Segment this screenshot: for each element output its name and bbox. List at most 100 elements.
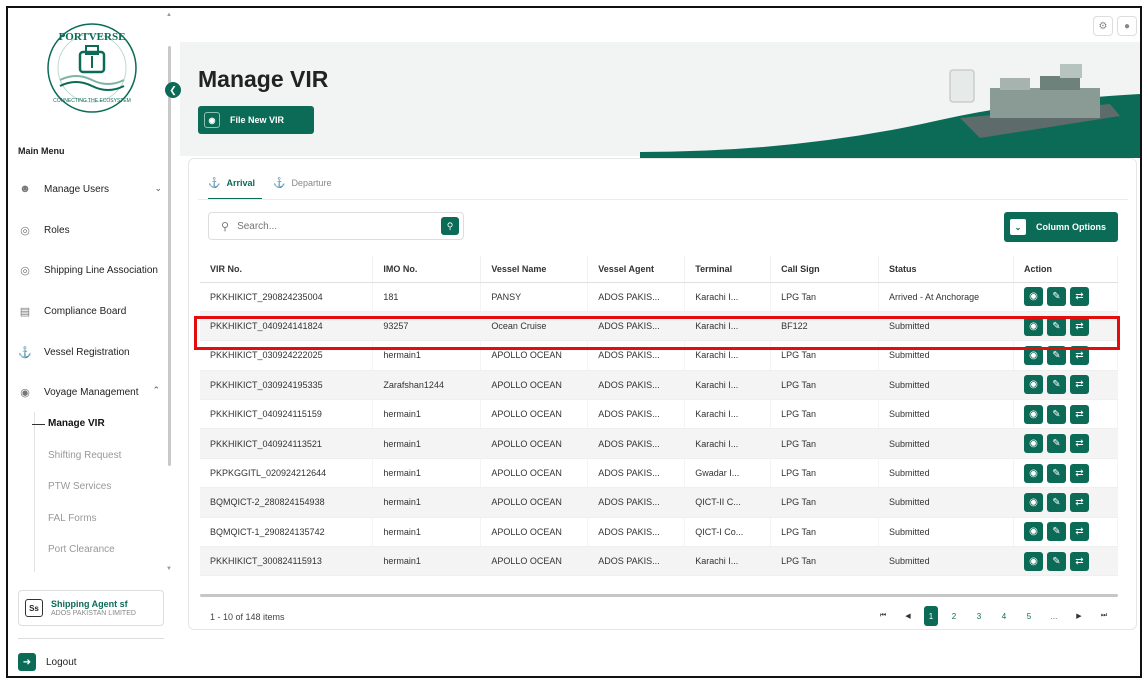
settings-icon[interactable]: ⚙ bbox=[1093, 16, 1113, 36]
shift-button[interactable]: ⇄ bbox=[1069, 551, 1089, 571]
file-new-vir-button[interactable]: ◉ File New VIR bbox=[198, 106, 314, 134]
status-cell: Submitted bbox=[878, 546, 1014, 577]
sidebar-scrollbar[interactable] bbox=[168, 46, 171, 466]
vessel-agent-cell: ADOS PAKIS... bbox=[587, 546, 686, 577]
user-profile-card[interactable]: Ss Shipping Agent sf ADOS PAKISTAN LIMIT… bbox=[18, 590, 164, 626]
tab-label: Departure bbox=[291, 178, 332, 188]
logout-button[interactable]: ➜ Logout bbox=[18, 653, 77, 671]
edit-button[interactable]: ✎ bbox=[1046, 375, 1066, 395]
chevron-up-icon[interactable]: ⌃ bbox=[152, 385, 160, 396]
table-horizontal-scrollbar[interactable] bbox=[200, 594, 1118, 597]
status-cell: Arrived - At Anchorage bbox=[878, 282, 1014, 312]
vessel-name-cell: APOLLO OCEAN bbox=[480, 546, 589, 577]
vir-no-cell: PKKHIKICT_030924222025 bbox=[200, 340, 374, 371]
sidebar-item-vessel-registration[interactable]: ⚓ Vessel Registration bbox=[18, 338, 168, 366]
shift-button[interactable]: ⇄ bbox=[1069, 375, 1089, 395]
edit-button[interactable]: ✎ bbox=[1046, 345, 1066, 365]
edit-icon: ✎ bbox=[1052, 408, 1061, 420]
sidebar-subitem-port-clearance[interactable]: Port Clearance bbox=[48, 544, 115, 555]
shift-button[interactable]: ⇄ bbox=[1069, 316, 1089, 336]
column-header[interactable]: IMO No. bbox=[372, 256, 482, 283]
search-button[interactable]: ⚲ bbox=[441, 217, 459, 235]
tab-arrival[interactable]: ⚓ Arrival bbox=[208, 172, 255, 194]
chevron-down-icon[interactable]: ⌄ bbox=[154, 183, 162, 194]
shift-button[interactable]: ⇄ bbox=[1069, 404, 1089, 424]
column-options-button[interactable]: ⌄ Column Options bbox=[1004, 212, 1118, 242]
page-button-4[interactable]: 4 bbox=[995, 606, 1013, 626]
vessel-name-cell: APOLLO OCEAN bbox=[480, 517, 589, 548]
search-input[interactable] bbox=[237, 220, 418, 232]
page-button-1[interactable]: 1 bbox=[924, 606, 938, 626]
view-button[interactable]: ◉ bbox=[1023, 463, 1043, 483]
column-header[interactable]: Call Sign bbox=[770, 256, 880, 283]
column-header[interactable]: Vessel Name bbox=[480, 256, 589, 283]
shift-button[interactable]: ⇄ bbox=[1069, 434, 1089, 454]
notification-icon[interactable]: ● bbox=[1117, 16, 1137, 36]
page-button-2[interactable]: 2 bbox=[945, 606, 963, 626]
logo-wordmark: PORTVERSE bbox=[59, 31, 126, 43]
sidebar-subitem-shifting-request[interactable]: Shifting Request bbox=[48, 450, 121, 461]
sidebar-subitem-ptw-services[interactable]: PTW Services bbox=[48, 481, 111, 492]
view-button[interactable]: ◉ bbox=[1023, 551, 1043, 571]
view-button[interactable]: ◉ bbox=[1023, 345, 1043, 365]
sidebar-item-compliance-board[interactable]: ▤ Compliance Board bbox=[18, 297, 168, 325]
eye-icon: ◉ bbox=[1029, 379, 1038, 391]
scroll-down-arrow-icon[interactable]: ▼ bbox=[166, 566, 172, 572]
shift-button[interactable]: ⇄ bbox=[1069, 522, 1089, 542]
sidebar-item-label: Shipping Line Association bbox=[44, 264, 158, 276]
eye-icon: ◉ bbox=[1029, 349, 1038, 361]
sidebar-subitem-manage-vir[interactable]: Manage VIR bbox=[32, 418, 105, 429]
shift-button[interactable]: ⇄ bbox=[1069, 287, 1089, 307]
collapse-sidebar-button[interactable]: ❮ bbox=[165, 82, 181, 98]
transfer-icon: ⇄ bbox=[1075, 320, 1084, 332]
edit-button[interactable]: ✎ bbox=[1046, 463, 1066, 483]
sidebar-item-label: Manage Users bbox=[44, 183, 110, 195]
sidebar-item-roles[interactable]: ◎ Roles bbox=[18, 216, 168, 244]
page-button-5[interactable]: 5 bbox=[1020, 606, 1038, 626]
edit-button[interactable]: ✎ bbox=[1046, 492, 1066, 512]
view-button[interactable]: ◉ bbox=[1023, 287, 1043, 307]
edit-button[interactable]: ✎ bbox=[1046, 551, 1066, 571]
edit-button[interactable]: ✎ bbox=[1046, 404, 1066, 424]
sidebar-item-manage-users[interactable]: ☻ Manage Users ⌄ bbox=[18, 175, 168, 203]
view-button[interactable]: ◉ bbox=[1023, 492, 1043, 512]
sidebar-item-shipping-line-association[interactable]: ◎ Shipping Line Association bbox=[18, 256, 168, 284]
previous-page-button[interactable]: ◀ bbox=[899, 606, 917, 626]
shift-button[interactable]: ⇄ bbox=[1069, 345, 1089, 365]
document-icon: ▤ bbox=[19, 305, 31, 318]
view-button[interactable]: ◉ bbox=[1023, 316, 1043, 336]
divider bbox=[18, 638, 164, 639]
page-ellipsis[interactable]: ... bbox=[1045, 606, 1063, 626]
tab-departure[interactable]: ⚓ Departure bbox=[273, 172, 331, 194]
first-page-button[interactable]: ⏮ bbox=[874, 606, 892, 626]
column-header[interactable]: Vessel Agent bbox=[587, 256, 686, 283]
imo-no-cell: hermain1 bbox=[372, 458, 482, 489]
scroll-up-arrow-icon[interactable]: ▲ bbox=[166, 12, 172, 18]
call-sign-cell: LPG Tan bbox=[770, 428, 880, 459]
edit-button[interactable]: ✎ bbox=[1046, 434, 1066, 454]
logout-icon: ➜ bbox=[18, 653, 36, 671]
chevron-down-icon: ⌄ bbox=[1010, 219, 1026, 235]
edit-button[interactable]: ✎ bbox=[1046, 316, 1066, 336]
shift-button[interactable]: ⇄ bbox=[1069, 492, 1089, 512]
shift-button[interactable]: ⇄ bbox=[1069, 463, 1089, 483]
next-page-button[interactable]: ▶ bbox=[1070, 606, 1088, 626]
column-header[interactable]: Terminal bbox=[684, 256, 772, 283]
column-header[interactable]: VIR No. bbox=[200, 256, 374, 283]
action-cell: ◉ ✎ ⇄ bbox=[1013, 399, 1119, 430]
sidebar-subitem-fal-forms[interactable]: FAL Forms bbox=[48, 513, 97, 524]
transfer-icon: ⇄ bbox=[1075, 408, 1084, 420]
avatar: Ss bbox=[25, 599, 43, 617]
page-button-3[interactable]: 3 bbox=[970, 606, 988, 626]
edit-button[interactable]: ✎ bbox=[1046, 287, 1066, 307]
column-header[interactable]: Status bbox=[878, 256, 1014, 283]
view-button[interactable]: ◉ bbox=[1023, 404, 1043, 424]
sidebar-item-voyage-management[interactable]: ◉ Voyage Management ⌃ bbox=[18, 378, 168, 406]
view-button[interactable]: ◉ bbox=[1023, 522, 1043, 542]
view-button[interactable]: ◉ bbox=[1023, 375, 1043, 395]
pagination-summary: 1 - 10 of 148 items bbox=[210, 612, 285, 622]
view-button[interactable]: ◉ bbox=[1023, 434, 1043, 454]
last-page-button[interactable]: ⏭ bbox=[1095, 606, 1113, 626]
column-options-label: Column Options bbox=[1036, 222, 1106, 232]
edit-button[interactable]: ✎ bbox=[1046, 522, 1066, 542]
